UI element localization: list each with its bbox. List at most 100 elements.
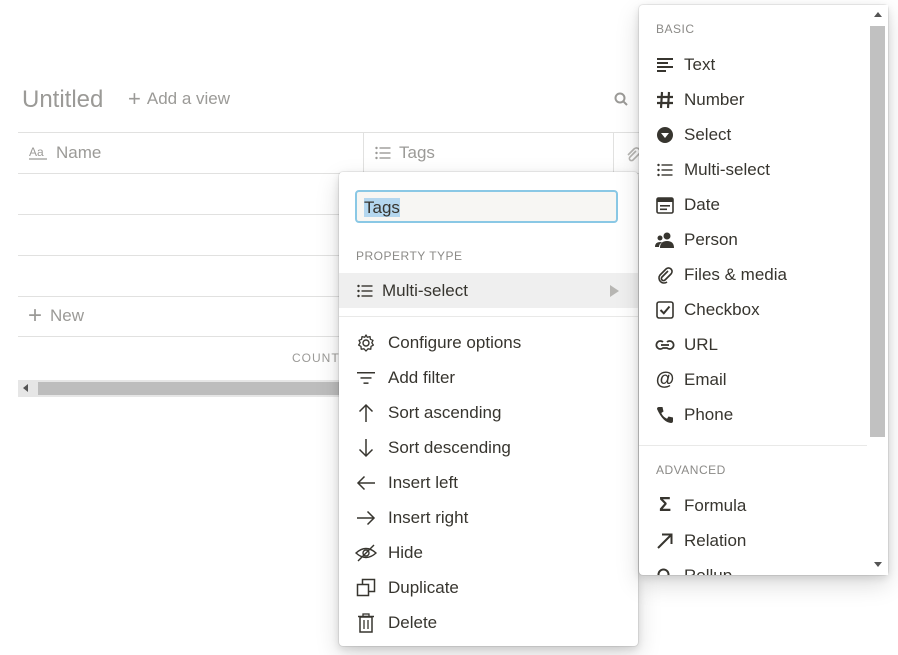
phone-icon bbox=[655, 405, 675, 425]
scroll-down-icon[interactable] bbox=[874, 562, 882, 567]
menu-item-label: Delete bbox=[388, 612, 438, 632]
plus-icon: + bbox=[128, 86, 141, 111]
type-checkbox[interactable]: Checkbox bbox=[639, 292, 867, 327]
calendar-icon bbox=[655, 195, 675, 215]
svg-text:Aa: Aa bbox=[29, 145, 44, 159]
menu-divider bbox=[639, 445, 867, 446]
type-person[interactable]: Person bbox=[639, 222, 867, 257]
type-label: Person bbox=[684, 229, 738, 249]
insert-right-item[interactable]: Insert right bbox=[339, 500, 638, 535]
sort-descending-item[interactable]: Sort descending bbox=[339, 430, 638, 465]
type-files-media[interactable]: Files & media bbox=[639, 257, 867, 292]
menu-item-label: Duplicate bbox=[388, 577, 459, 597]
page-title[interactable]: Untitled bbox=[22, 86, 103, 114]
basic-section-heading: BASIC bbox=[656, 22, 695, 36]
link-icon bbox=[655, 335, 675, 355]
type-label: Phone bbox=[684, 404, 734, 424]
menu-divider bbox=[339, 316, 638, 317]
property-name-input[interactable]: Tags bbox=[355, 190, 618, 223]
trash-icon bbox=[355, 612, 377, 634]
list-icon bbox=[357, 284, 373, 298]
property-type-list: BASIC Text Number Select Multi-select Da… bbox=[639, 5, 888, 575]
vertical-scrollbar[interactable] bbox=[867, 5, 888, 575]
count-label[interactable]: COUNT bbox=[292, 351, 340, 365]
property-name-value: Tags bbox=[364, 198, 400, 217]
gear-icon bbox=[355, 332, 377, 354]
new-row-label: New bbox=[50, 306, 85, 325]
column-divider bbox=[363, 133, 364, 174]
list-icon bbox=[655, 160, 675, 180]
type-label: Checkbox bbox=[684, 299, 760, 319]
table-footer-border bbox=[18, 336, 348, 337]
type-url[interactable]: URL bbox=[639, 327, 867, 362]
arrow-left-icon bbox=[355, 472, 377, 494]
column-header-name[interactable]: Aa Name bbox=[29, 143, 101, 163]
type-label: Select bbox=[684, 124, 732, 144]
add-view-label: Add a view bbox=[146, 89, 231, 108]
hash-icon bbox=[655, 90, 675, 110]
type-label: Relation bbox=[684, 530, 747, 550]
type-rollup[interactable]: Rollup bbox=[639, 558, 867, 575]
table-row[interactable] bbox=[18, 255, 348, 256]
text-aa-icon: Aa bbox=[29, 145, 47, 160]
text-icon bbox=[655, 55, 675, 75]
filter-icon bbox=[355, 367, 377, 389]
menu-item-label: Sort descending bbox=[388, 437, 511, 457]
property-menu: Tags PROPERTY TYPE Multi-select Configur… bbox=[339, 172, 638, 646]
add-filter-item[interactable]: Add filter bbox=[339, 360, 638, 395]
delete-item[interactable]: Delete bbox=[339, 605, 638, 640]
list-icon bbox=[375, 146, 391, 160]
type-text[interactable]: Text bbox=[639, 47, 867, 82]
property-type-heading: PROPERTY TYPE bbox=[356, 249, 463, 263]
person-icon bbox=[655, 230, 675, 250]
property-type-value: Multi-select bbox=[382, 280, 468, 300]
chevron-right-icon bbox=[610, 285, 619, 297]
hide-item[interactable]: Hide bbox=[339, 535, 638, 570]
type-formula[interactable]: Σ Formula bbox=[639, 488, 867, 523]
type-label: Number bbox=[684, 89, 745, 109]
type-label: Multi-select bbox=[684, 159, 770, 179]
sigma-icon: Σ bbox=[658, 494, 671, 516]
duplicate-item[interactable]: Duplicate bbox=[339, 570, 638, 605]
table-row[interactable] bbox=[18, 296, 348, 297]
insert-left-item[interactable]: Insert left bbox=[339, 465, 638, 500]
type-label: Formula bbox=[684, 495, 747, 515]
arrow-diagonal-icon bbox=[655, 531, 675, 551]
table-row[interactable] bbox=[18, 214, 348, 215]
search-icon[interactable] bbox=[612, 90, 632, 110]
plus-icon: + bbox=[28, 302, 43, 329]
type-relation[interactable]: Relation bbox=[639, 523, 867, 558]
type-label: Files & media bbox=[684, 264, 787, 284]
table-header-top-border bbox=[18, 132, 648, 133]
arrow-right-icon bbox=[355, 507, 377, 529]
paperclip-icon bbox=[655, 265, 675, 285]
type-email[interactable]: @ Email bbox=[639, 362, 867, 397]
horizontal-scrollbar[interactable] bbox=[18, 380, 358, 397]
scrollbar-thumb[interactable] bbox=[38, 382, 358, 395]
menu-item-label: Sort ascending bbox=[388, 402, 502, 422]
advanced-section-heading: ADVANCED bbox=[656, 463, 726, 477]
type-select[interactable]: Select bbox=[639, 117, 867, 152]
sort-ascending-item[interactable]: Sort ascending bbox=[339, 395, 638, 430]
scrollbar-thumb[interactable] bbox=[870, 26, 885, 437]
type-label: Text bbox=[684, 54, 716, 74]
eye-slash-icon bbox=[355, 542, 377, 564]
new-row-button[interactable]: + New bbox=[28, 302, 85, 329]
checkbox-icon bbox=[655, 300, 675, 320]
scroll-left-icon[interactable] bbox=[23, 384, 28, 392]
scroll-up-icon[interactable] bbox=[874, 12, 882, 17]
property-type-selector[interactable]: Multi-select bbox=[339, 273, 638, 308]
menu-item-label: Hide bbox=[388, 542, 423, 562]
type-label: Email bbox=[684, 369, 727, 389]
type-label: Date bbox=[684, 194, 720, 214]
type-multi-select[interactable]: Multi-select bbox=[639, 152, 867, 187]
add-view-button[interactable]: + Add a view bbox=[128, 86, 231, 111]
column-header-label: Tags bbox=[399, 143, 435, 162]
menu-item-label: Insert right bbox=[388, 507, 469, 527]
column-header-tags[interactable]: Tags bbox=[375, 143, 435, 163]
type-number[interactable]: Number bbox=[639, 82, 867, 117]
type-phone[interactable]: Phone bbox=[639, 397, 867, 432]
configure-options-item[interactable]: Configure options bbox=[339, 325, 638, 360]
type-date[interactable]: Date bbox=[639, 187, 867, 222]
menu-item-label: Add filter bbox=[388, 367, 456, 387]
